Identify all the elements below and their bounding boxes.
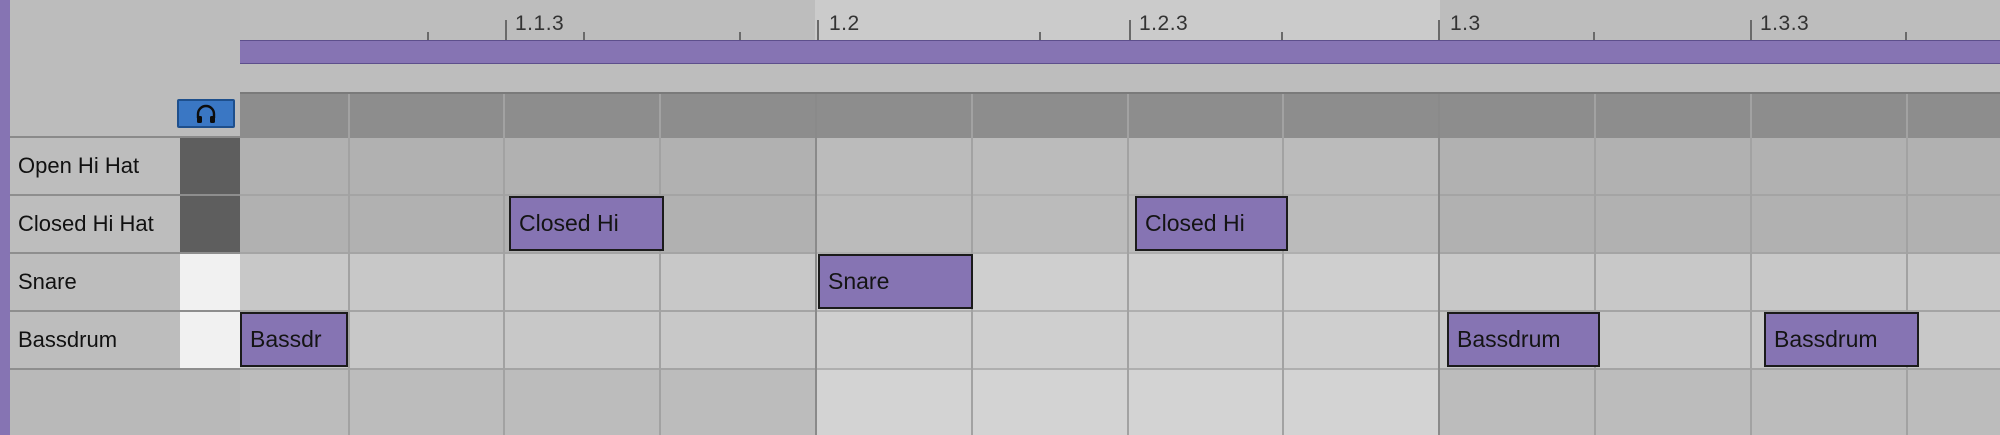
ruler-subtick: [1593, 32, 1595, 40]
track-name-open-hi-hat[interactable]: Open Hi Hat: [10, 138, 180, 196]
ruler-marker-1-3: 1.3: [1450, 12, 1481, 35]
ruler-marker-1-2-3: 1.2.3: [1139, 12, 1189, 35]
ruler-subtick: [739, 32, 741, 40]
track-state-bassdrum[interactable]: [180, 312, 240, 370]
ruler-marker-1-1-3: 1.1.3: [515, 12, 565, 35]
headphones-icon: [195, 104, 217, 124]
track-state-snare[interactable]: [180, 254, 240, 312]
preview-button[interactable]: [177, 99, 235, 128]
grid-line: [1127, 94, 1129, 435]
ruler-subtick: [427, 32, 429, 40]
ruler-tick: [1750, 20, 1752, 40]
grid-line-beat: [815, 94, 817, 435]
note-bassdrum[interactable]: Bassdr: [240, 312, 348, 367]
ruler-tick: [817, 20, 819, 40]
ruler-lower-strip: [240, 64, 2000, 94]
ruler-subtick: [1281, 32, 1283, 40]
grid-line: [659, 94, 661, 435]
grid-line: [348, 94, 350, 435]
grid-line: [1750, 94, 1752, 435]
note-snare[interactable]: Snare: [818, 254, 973, 309]
note-closed-hi-hat[interactable]: Closed Hi: [509, 196, 664, 251]
grid-line: [1594, 94, 1596, 435]
grid-line: [503, 94, 505, 435]
note-closed-hi-hat[interactable]: Closed Hi: [1135, 196, 1288, 251]
grid-line-beat: [1438, 94, 1440, 435]
ruler-highlight: [815, 0, 1440, 40]
ruler-marker-1-2: 1.2: [829, 12, 860, 35]
grid-line: [1282, 94, 1284, 435]
ruler-tick: [505, 20, 507, 40]
track-state-open-hi-hat[interactable]: [180, 138, 240, 196]
track-name-closed-hi-hat[interactable]: Closed Hi Hat: [10, 196, 180, 254]
ruler-marker-1-3-3: 1.3.3: [1760, 12, 1810, 35]
ruler-tick: [1438, 20, 1440, 40]
ruler-tick: [1129, 20, 1131, 40]
track-name-bassdrum[interactable]: Bassdrum: [10, 312, 180, 370]
left-accent-stripe: [0, 0, 10, 435]
note-bassdrum[interactable]: Bassdrum: [1764, 312, 1919, 367]
ruler-subtick: [583, 32, 585, 40]
track-state-closed-hi-hat[interactable]: [180, 196, 240, 254]
ruler-subtick: [1905, 32, 1907, 40]
track-list-empty-area: [10, 370, 240, 435]
grid-line: [1906, 94, 1908, 435]
loop-brace[interactable]: [240, 40, 2000, 64]
note-bassdrum[interactable]: Bassdrum: [1447, 312, 1600, 367]
track-name-snare[interactable]: Snare: [10, 254, 180, 312]
ruler-subtick: [1039, 32, 1041, 40]
